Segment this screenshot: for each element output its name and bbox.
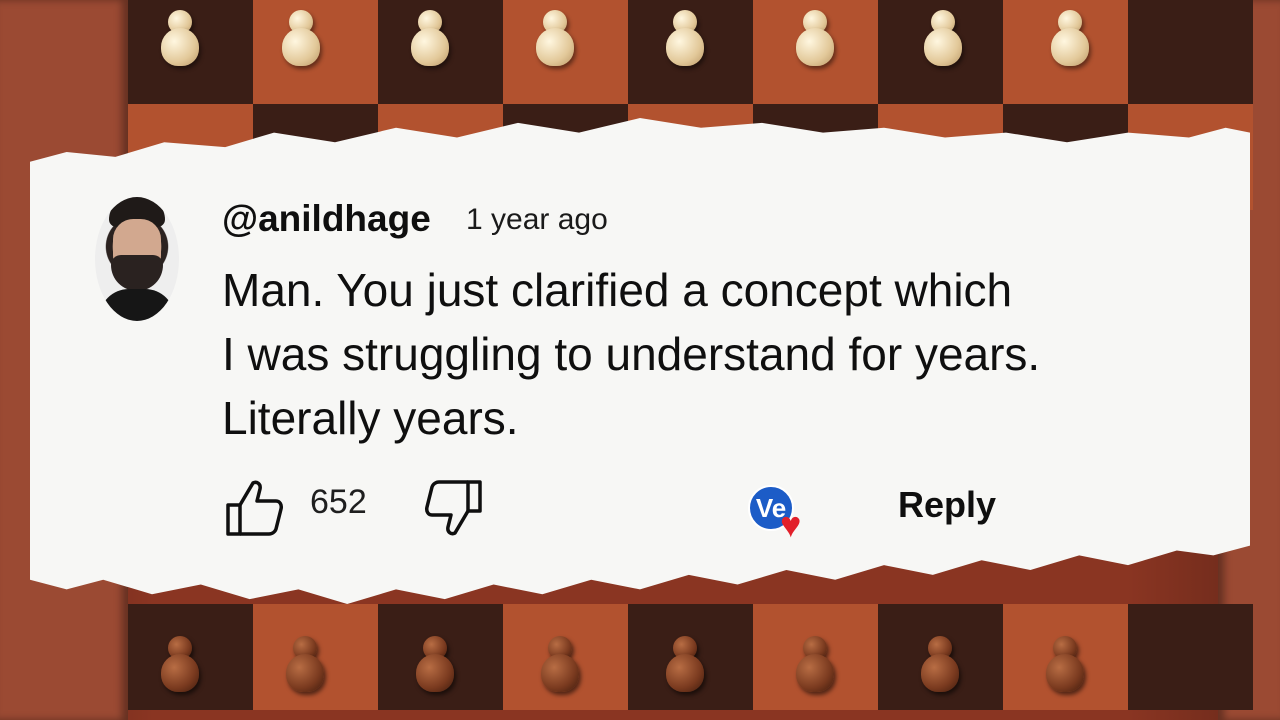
black-pawn bbox=[1040, 636, 1090, 696]
black-pawn bbox=[915, 636, 965, 696]
board-square bbox=[1128, 0, 1253, 104]
thumbs-down-icon bbox=[425, 480, 482, 536]
dislike-button[interactable] bbox=[424, 478, 484, 538]
heart-icon: ♥ bbox=[780, 504, 802, 545]
comment-text-line: Man. You just clarified a concept which bbox=[222, 264, 1013, 316]
like-count: 652 bbox=[310, 483, 367, 521]
white-pawn bbox=[405, 10, 455, 70]
black-pawn bbox=[535, 636, 585, 696]
white-pawn bbox=[790, 10, 840, 70]
comment-author[interactable]: @anildhage bbox=[222, 198, 431, 240]
avatar-shirt bbox=[99, 289, 175, 321]
white-pawn bbox=[918, 10, 968, 70]
avatar-beard bbox=[111, 255, 163, 291]
creator-heart-badge[interactable]: Ve ♥ bbox=[748, 485, 818, 545]
thumbs-up-icon bbox=[226, 480, 283, 536]
white-pawn bbox=[660, 10, 710, 70]
like-button[interactable] bbox=[224, 477, 284, 537]
comment-text-line: Literally years. bbox=[222, 392, 519, 444]
white-pawn bbox=[530, 10, 580, 70]
white-pawn bbox=[276, 10, 326, 70]
reply-button[interactable]: Reply bbox=[898, 484, 996, 526]
black-pawn bbox=[155, 636, 205, 696]
black-pawn bbox=[660, 636, 710, 696]
comment-text-line: I was struggling to understand for years… bbox=[222, 328, 1041, 380]
black-pawn bbox=[790, 636, 840, 696]
board-square bbox=[1128, 604, 1253, 710]
black-pawn bbox=[410, 636, 460, 696]
black-pawn bbox=[280, 636, 330, 696]
avatar[interactable] bbox=[95, 197, 179, 321]
white-pawn bbox=[155, 10, 205, 70]
comment-timestamp[interactable]: 1 year ago bbox=[466, 203, 608, 237]
white-pawn bbox=[1045, 10, 1095, 70]
